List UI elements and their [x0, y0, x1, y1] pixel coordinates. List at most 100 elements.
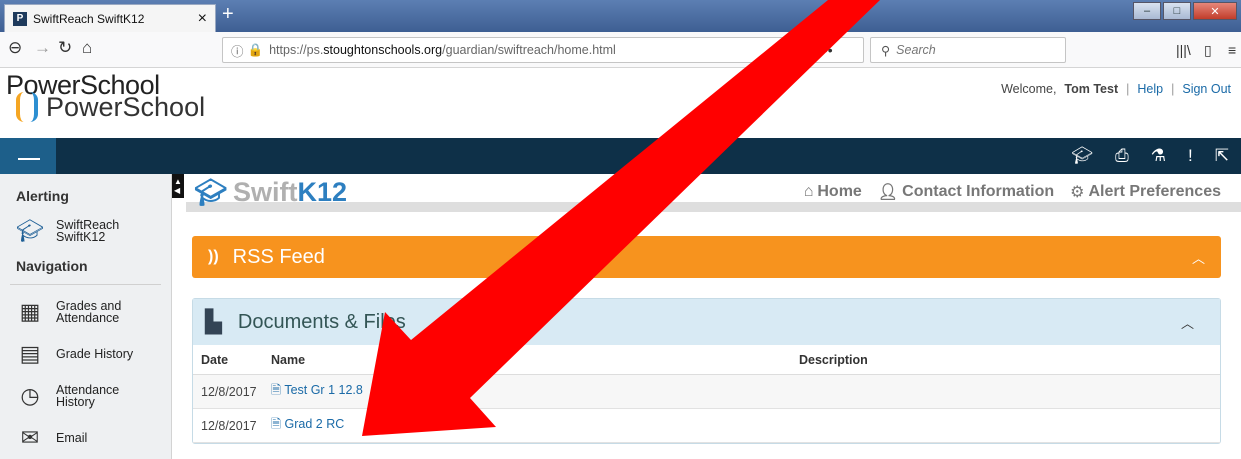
toolbar-icons: 🎓︎ ⎙ ⚗ ! ⇱ — [1072, 146, 1229, 166]
sidebar-item-attendance-history[interactable]: ◷ Attendance History — [0, 375, 171, 417]
page-header: PowerSchool PowerSchool Welcome, Tom Tes… — [0, 68, 1241, 138]
alerting-heading: Alerting — [16, 188, 69, 204]
chevron-up-icon[interactable]: ︿ — [1181, 313, 1194, 332]
home-icon: ⌂ — [803, 183, 814, 200]
alert-preferences-label: Alert Preferences — [1088, 183, 1221, 200]
gear-icon: ⚙ — [1070, 184, 1085, 201]
info-icon[interactable]: ⓘ — [231, 41, 244, 60]
document-link[interactable]: 🗎 Test Gr 1 12.8 — [265, 381, 799, 402]
sidebar-item-label: Email — [56, 430, 88, 445]
swift-nav: ⌂ Home 👤︎ Contact Information ⚙ Alert Prefe… — [804, 182, 1221, 202]
menu-button[interactable] — [0, 138, 56, 174]
chevron-up-icon[interactable]: ︿ — [1192, 248, 1205, 267]
pdf-icon: 🗎 — [271, 383, 282, 397]
rss-title: RSS Feed — [232, 245, 325, 268]
divider: | — [1126, 82, 1130, 96]
sign-out-link[interactable]: Sign Out — [1182, 82, 1231, 96]
minimize-icon[interactable]: – — [1133, 2, 1161, 20]
window-controls: – □ ✕ — [1133, 2, 1237, 20]
search-input[interactable]: ⚲ Search — [870, 37, 1066, 63]
column-date: Date — [201, 352, 229, 367]
user-name: Tom Test — [1064, 82, 1119, 96]
column-name: Name — [271, 352, 306, 367]
email-icon: ✉ — [20, 425, 40, 450]
documents-header[interactable]: ▙ Documents & Files ︿ — [193, 299, 1220, 345]
divider: | — [1171, 82, 1175, 96]
contact-label: Contact Information — [902, 183, 1055, 200]
forward-icon[interactable]: → — [34, 38, 51, 58]
browser-nav-bar: ⊖ → ↻ ⌂ ⓘ 🔒 https://ps. stoughtonschools.… — [0, 32, 1241, 68]
alert-icon[interactable]: ! — [1188, 146, 1193, 166]
new-tab-icon[interactable]: + — [222, 3, 234, 26]
browser-tab[interactable]: P SwiftReach SwiftK12 × — [4, 4, 216, 32]
close-window-icon[interactable]: ✕ — [1193, 2, 1237, 20]
search-placeholder: Search — [896, 43, 936, 57]
row-date: 12/8/2017 — [201, 384, 257, 399]
documents-title: Documents & Files — [237, 310, 406, 333]
powerschool-favicon-icon: P — [13, 11, 27, 26]
pdf-icon: 🗎 — [271, 417, 282, 431]
welcome-area: Welcome, Tom Test | Help | Sign Out — [1001, 82, 1231, 96]
alert-preferences-nav-link[interactable]: ⚙ Alert Preferences — [1070, 182, 1221, 202]
close-icon[interactable]: × — [198, 10, 207, 28]
contact-nav-link[interactable]: 👤︎ Contact Information — [878, 182, 1054, 202]
table-header: Date Name Description — [193, 345, 1220, 375]
documents-panel: ▙ Documents & Files ︿ Date Name Descript… — [192, 298, 1221, 444]
powerschool-logo-icon — [16, 92, 38, 122]
sidebar-item-swiftreach[interactable]: 🎓︎ SwiftReach SwiftK12 — [0, 210, 171, 252]
sidebar-toggle-icon[interactable]: ▯ — [1204, 42, 1212, 59]
maximize-icon[interactable]: □ — [1163, 2, 1191, 20]
grades-icon: ▦ — [19, 299, 41, 324]
graduation-cap-icon[interactable]: 🎓︎ — [1072, 146, 1094, 166]
menu-icon[interactable]: ≡ — [1228, 42, 1236, 58]
attendance-history-icon: ◷ — [20, 383, 40, 408]
library-icon[interactable]: |||\ — [1176, 42, 1191, 58]
row-date: 12/8/2017 — [201, 418, 257, 433]
url-prefix: https://ps. — [269, 43, 324, 57]
swiftk12-header: 🎓︎ Swift K12 ⌂ Home 👤︎ Contact Information … — [186, 174, 1241, 212]
collapse-sidebar-button[interactable]: ▲ ◀ — [172, 174, 184, 198]
url-bar[interactable]: ⓘ 🔒 https://ps. stoughtonschools.org/guar… — [222, 37, 864, 63]
toolbar: 🎓︎ ⎙ ⚗ ! ⇱ — [0, 138, 1241, 174]
sidebar-item-label: Attendance — [56, 311, 120, 325]
sidebar-item-grades-attendance[interactable]: ▦ Grades and Attendance — [0, 291, 171, 333]
back-icon[interactable]: ⊖ — [8, 38, 22, 58]
browser-tab-bar: P SwiftReach SwiftK12 × + – □ ✕ — [0, 0, 1241, 32]
url-host: stoughtonschools.org — [323, 43, 443, 57]
sidebar: Alerting 🎓︎ SwiftReach SwiftK12 Navigatio… — [0, 174, 172, 459]
document-icon: ▙ — [205, 309, 222, 334]
rss-icon: )) — [208, 248, 219, 265]
document-name: Test Gr 1 12.8 — [284, 383, 363, 397]
welcome-prefix: Welcome, — [1001, 82, 1057, 96]
graduation-cap-icon: 🎓︎ — [194, 177, 228, 207]
reload-icon[interactable]: ↻ — [58, 38, 72, 58]
external-link-icon[interactable]: ⇱ — [1215, 146, 1229, 166]
sidebar-item-grade-history[interactable]: ▤ Grade History — [0, 333, 171, 375]
grade-history-icon: ▤ — [19, 341, 41, 366]
sidebar-item-label: Grade History — [56, 346, 134, 361]
search-icon: ⚲ — [881, 43, 891, 58]
powerschool-logo-subtext: PowerSchool — [46, 92, 206, 122]
flask-icon[interactable]: ⚗ — [1151, 146, 1166, 166]
user-icon: 👤︎ — [877, 184, 899, 201]
document-name: Grad 2 RC — [284, 417, 345, 431]
column-description: Description — [799, 352, 868, 367]
url-path: /guardian/swiftreach/home.html — [442, 43, 616, 57]
rss-feed-panel[interactable]: )) RSS Feed ︿ — [192, 236, 1221, 278]
home-icon[interactable]: ⌂ — [82, 38, 92, 58]
page-actions-icon[interactable]: ••• — [818, 42, 833, 58]
sidebar-item-email[interactable]: ✉ Email — [0, 417, 171, 459]
home-nav-link[interactable]: ⌂ Home — [804, 182, 862, 202]
lock-icon: 🔒 — [247, 42, 264, 57]
graduation-cap-icon: 🎓︎ — [16, 218, 44, 243]
tab-title: SwiftReach SwiftK12 — [33, 11, 145, 26]
home-label: Home — [817, 183, 862, 200]
sidebar-item-label: SwiftK12 — [56, 230, 106, 244]
document-link[interactable]: 🗎 Grad 2 RC — [265, 415, 799, 436]
table-row: 12/8/2017 🗎 Test Gr 1 12.8 — [193, 375, 1220, 409]
sidebar-item-label: History — [56, 395, 95, 409]
help-link[interactable]: Help — [1137, 82, 1163, 96]
swiftk12-logo: 🎓︎ Swift K12 — [194, 177, 347, 208]
navigation-heading: Navigation — [16, 258, 88, 274]
printer-icon[interactable]: ⎙ — [1115, 146, 1129, 166]
